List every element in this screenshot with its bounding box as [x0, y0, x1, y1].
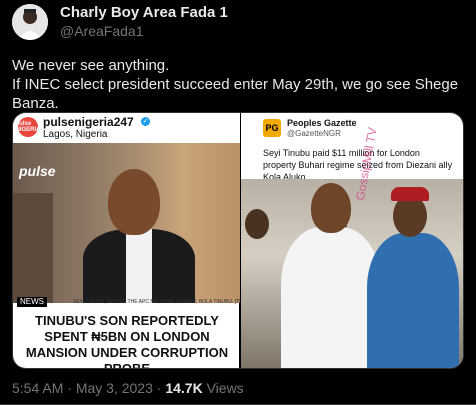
gazette-account-handle: @GazetteNGR [286, 129, 341, 138]
tweet-card[interactable]: Charly Boy Area Fada 1 @AreaFada1 We nev… [0, 0, 476, 405]
views-label: Views [206, 380, 244, 396]
person-red-cap [390, 187, 429, 201]
tweet-text-line-1: We never see anything. [12, 57, 170, 74]
news-tag: NEWS [17, 297, 47, 307]
person-head [310, 183, 351, 233]
media-image-left[interactable]: pulse NIGERIA pulsenigeria247 ✓ Lagos, N… [13, 113, 269, 368]
background-shelf [13, 193, 53, 303]
meta-separator: · [67, 380, 72, 396]
pulse-location: Lagos, Nigeria [43, 129, 108, 140]
meta-separator: · [156, 380, 162, 396]
tweet-header: Charly Boy Area Fada 1 @AreaFada1 [12, 3, 228, 41]
tweet-date[interactable]: May 3, 2023 [76, 380, 153, 396]
tweet-time[interactable]: 5:54 AM [12, 380, 63, 396]
person-shirt [126, 229, 152, 303]
author-display-name[interactable]: Charly Boy Area Fada 1 [60, 4, 228, 22]
pulse-post-header: pulse NIGERIA pulsenigeria247 ✓ Lagos, N… [13, 113, 240, 143]
photo-caption: SEYI TINUBU, SON OF THE APC NATIONAL LEA… [73, 299, 270, 305]
person-blue-outfit [366, 233, 459, 368]
media-image-right[interactable]: PG Peoples Gazette @GazetteNGR Seyi Tinu… [240, 113, 463, 368]
gazette-photo: GossipMill TV [240, 126, 463, 368]
pulse-account-name: pulsenigeria247 [43, 115, 134, 129]
author-names: Charly Boy Area Fada 1 @AreaFada1 [60, 4, 228, 40]
gazette-post-header: PG Peoples Gazette @GazetteNGR [241, 113, 463, 143]
person-white-outfit [280, 227, 381, 368]
gazette-logo: PG [262, 119, 281, 137]
person-head [108, 169, 160, 235]
pulse-logo: pulse NIGERIA [16, 117, 41, 137]
person-head [392, 195, 427, 237]
pulse-photo: pulse [13, 143, 240, 303]
avatar[interactable] [12, 4, 48, 40]
pulse-brand-overlay: pulse [19, 163, 56, 179]
author-handle[interactable]: @AreaFada1 [60, 22, 228, 40]
verified-badge-icon: ✓ [141, 117, 150, 126]
tweet-text-line-2: If INEC select president succeed enter M… [12, 76, 459, 112]
tweet-media[interactable]: pulse NIGERIA pulsenigeria247 ✓ Lagos, N… [12, 112, 464, 369]
views-count: 14.7K [165, 380, 203, 396]
pulse-headline: TINUBU'S SON REPORTEDLY SPENT ₦5BN ON LO… [17, 313, 237, 368]
tweet-meta: 5:54 AM · May 3, 2023 · 14.7K Views [12, 380, 244, 396]
tweet-text: We never see anything. If INEC select pr… [12, 56, 464, 113]
gazette-account-name: Peoples Gazette [286, 118, 357, 128]
background-person [244, 209, 269, 239]
